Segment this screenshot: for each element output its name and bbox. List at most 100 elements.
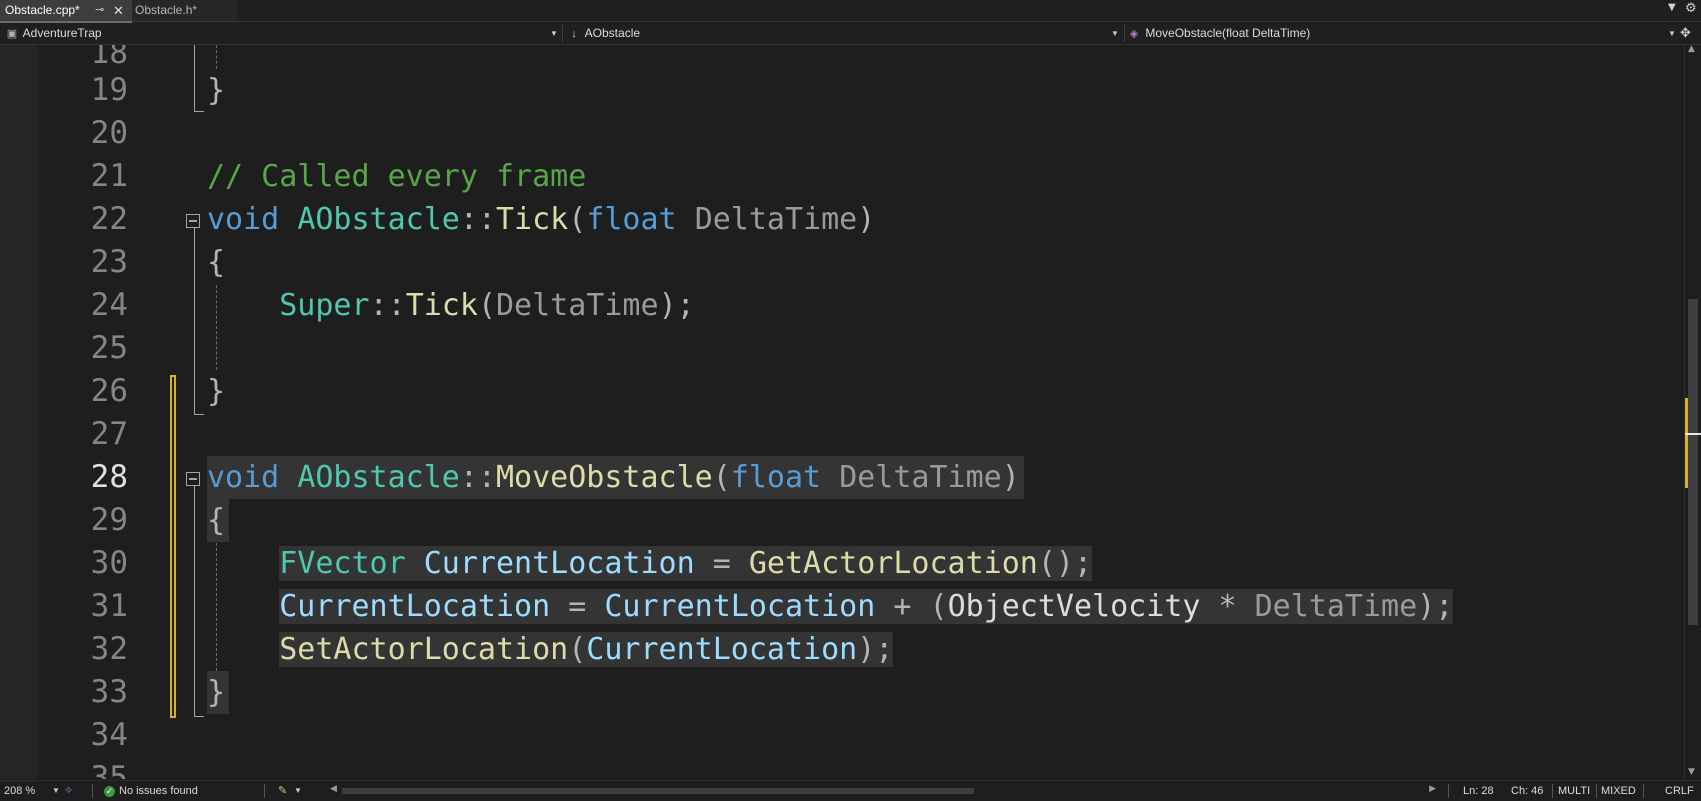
line-number: 22: [90, 201, 128, 237]
close-icon[interactable]: ✕: [113, 0, 124, 21]
line-number: 33: [90, 674, 128, 710]
status-divider: [1643, 784, 1644, 798]
chevron-down-icon[interactable]: ▼: [52, 781, 60, 801]
split-icon[interactable]: ✥: [1680, 23, 1691, 44]
status-divider: [92, 784, 93, 798]
outline-guide: [194, 486, 195, 717]
chevron-down-icon[interactable]: ▼: [294, 781, 302, 801]
code-line: 25: [0, 327, 1684, 370]
tab-divider: [0, 21, 1701, 22]
line-number: 23: [90, 244, 128, 280]
code-line: 23 {: [0, 241, 1684, 284]
gear-icon[interactable]: ⚙: [1685, 1, 1697, 16]
project-label: AdventureTrap: [22, 26, 102, 40]
scrollbar-thumb[interactable]: [342, 788, 974, 794]
code-line: 19 }: [0, 69, 1684, 112]
code-line: 32 SetActorLocation(CurrentLocation);: [0, 628, 1684, 671]
line-number: 25: [90, 330, 128, 366]
line-number: 29: [90, 502, 128, 538]
nav-divider: [562, 25, 563, 42]
tab-list-dropdown-icon[interactable]: ▼: [1668, 2, 1676, 13]
code-editor[interactable]: 18 19 } 20 21 // Called every frame 22 v…: [0, 45, 1684, 779]
code-text-selected: void AObstacle::MoveObstacle(float Delta…: [207, 456, 1024, 499]
line-number: 21: [90, 158, 128, 194]
chevron-down-icon: ▼: [1668, 29, 1676, 38]
code-text: void AObstacle::Tick(float DeltaTime): [207, 202, 876, 237]
code-line: 34: [0, 714, 1684, 757]
issues-text: No issues found: [119, 785, 198, 797]
scrollbar-change-marker: [1685, 398, 1688, 488]
code-text: SetActorLocation(CurrentLocation);: [279, 632, 894, 667]
tabs-mode[interactable]: MULTI: [1558, 781, 1590, 801]
scroll-right-icon[interactable]: ▶: [1429, 783, 1436, 794]
comment: // Called every frame: [207, 159, 587, 194]
code-text: CurrentLocation = CurrentLocation + (Obj…: [279, 589, 1454, 624]
code-line: 20: [0, 112, 1684, 155]
line-number: 27: [90, 416, 128, 452]
collapse-icon[interactable]: [186, 214, 200, 228]
code-text: {: [207, 245, 226, 280]
indent-guide: [216, 543, 217, 671]
code-line: 26 }: [0, 370, 1684, 413]
code-text: // Called every frame: [207, 155, 586, 198]
line-number: 34: [90, 717, 128, 753]
line-number: 20: [90, 115, 128, 151]
document-tab-strip: Obstacle.cpp* ⊸ ✕ Obstacle.h* ▼ ⚙: [0, 0, 1701, 23]
project-icon: ▣: [6, 28, 18, 40]
chevron-down-icon: ▼: [550, 29, 558, 38]
line-number: 32: [90, 631, 128, 667]
outline-guide: [194, 414, 204, 415]
line-number: 30: [90, 545, 128, 581]
vertical-scrollbar[interactable]: ▲ ▼: [1684, 44, 1701, 779]
outline-guide: [194, 716, 204, 717]
intellicode-icon[interactable]: ✧: [64, 781, 73, 801]
navigation-bar: ▣ AdventureTrap ▼ ↓ AObstacle ▼ ◈ MoveOb…: [0, 23, 1701, 45]
pin-icon[interactable]: ⊸: [95, 0, 104, 21]
brush-icon[interactable]: ✎: [278, 781, 287, 801]
code-text: FVector CurrentLocation = GetActorLocati…: [279, 546, 1093, 581]
line-number: 35: [90, 760, 128, 779]
scope-label: AObstacle: [584, 26, 641, 40]
scroll-left-icon[interactable]: ◀: [330, 783, 337, 794]
zoom-level[interactable]: 208 %: [4, 781, 35, 801]
code-line: 22 void AObstacle::Tick(float DeltaTime): [0, 198, 1684, 241]
outline-guide: [194, 111, 204, 112]
code-line: 35: [0, 757, 1684, 779]
project-dropdown[interactable]: ▣ AdventureTrap ▼: [4, 23, 559, 44]
status-divider: [264, 784, 265, 798]
tab-obstacle-h[interactable]: Obstacle.h*: [132, 0, 237, 21]
horizontal-scrollbar[interactable]: ◀ ▶: [330, 783, 1436, 796]
code-text-selected: }: [207, 671, 230, 714]
line-number: 28: [90, 459, 128, 495]
scope-arrow-icon: ↓: [571, 28, 577, 40]
editor-status-bar: 208 % ▼ ✧ ✓ No issues found ✎ ▼ ◀ ▶ Ln: 2…: [0, 780, 1701, 801]
line-number: 31: [90, 588, 128, 624]
code-text-selected: {: [207, 499, 230, 542]
indent-mode[interactable]: MIXED: [1601, 781, 1636, 801]
code-line: 21 // Called every frame: [0, 155, 1684, 198]
member-dropdown[interactable]: ◈ MoveObstacle(float DeltaTime) ▼: [1126, 23, 1678, 44]
tab-obstacle-cpp[interactable]: Obstacle.cpp* ⊸ ✕: [0, 0, 132, 21]
method-cube-icon: ◈: [1129, 28, 1139, 40]
code-text: }: [207, 374, 226, 409]
tab-label: Obstacle.h*: [135, 3, 198, 17]
nav-divider: [1124, 25, 1125, 42]
line-indicator[interactable]: Ln: 28: [1463, 781, 1494, 801]
line-number: 24: [90, 287, 128, 323]
outline-guide: [194, 45, 195, 112]
column-indicator[interactable]: Ch: 46: [1511, 781, 1543, 801]
indent-guide: [216, 45, 217, 69]
line-ending[interactable]: CRLF: [1665, 781, 1694, 801]
line-number: 19: [90, 72, 128, 108]
unsaved-change-marker: [170, 375, 176, 718]
line-number: 26: [90, 373, 128, 409]
scroll-down-icon[interactable]: ▼: [1688, 767, 1695, 777]
issues-indicator[interactable]: ✓ No issues found: [104, 781, 198, 801]
scope-dropdown[interactable]: ↓ AObstacle ▼: [566, 23, 1122, 44]
collapse-icon[interactable]: [186, 472, 200, 486]
scrollbar-thumb[interactable]: [1688, 299, 1698, 625]
status-divider: [1552, 784, 1553, 798]
code-line: 24 Super::Tick(DeltaTime);: [0, 284, 1684, 327]
status-divider: [1448, 784, 1449, 798]
scroll-up-icon[interactable]: ▲: [1688, 44, 1695, 54]
